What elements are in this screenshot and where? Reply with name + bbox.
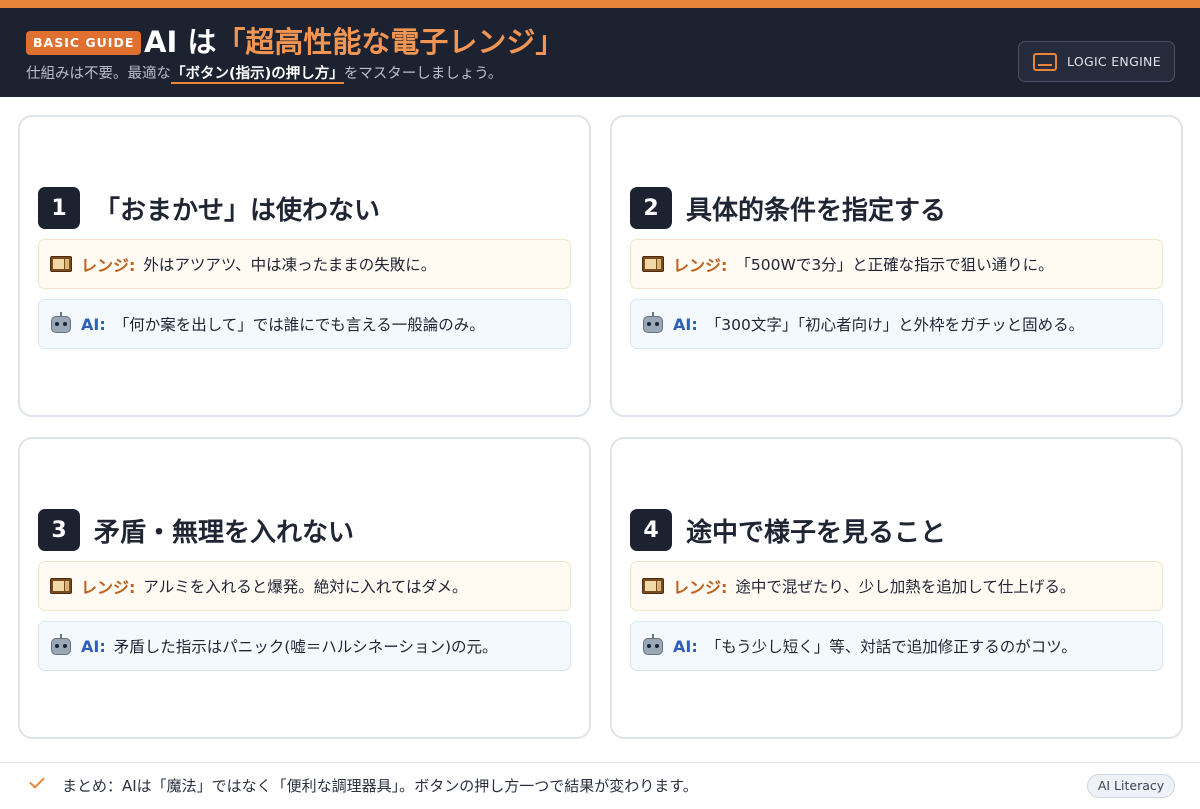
microwave-icon bbox=[49, 252, 73, 276]
microwave-row: レンジ: 外はアツアツ、中は凍ったままの失敗に。 bbox=[38, 239, 571, 289]
subtitle-emphasis: 「ボタン(指示)の押し方」 bbox=[171, 66, 344, 84]
checkmark-icon bbox=[29, 773, 45, 789]
card-title: 矛盾・無理を入れない bbox=[94, 517, 355, 548]
logic-engine-label: LOGIC ENGINE bbox=[1067, 54, 1161, 69]
robot-icon bbox=[49, 312, 73, 336]
ai-row: AI: 矛盾した指示はパニック(嘘＝ハルシネーション)の元。 bbox=[38, 621, 571, 671]
ai-text: 矛盾した指示はパニック(嘘＝ハルシネーション)の元。 bbox=[113, 638, 498, 656]
ai-text: 「何か案を出して」では誰にでも言える一般論のみ。 bbox=[113, 316, 485, 334]
microwave-row: レンジ: アルミを入れると爆発。絶対に入れてはダメ。 bbox=[38, 561, 571, 611]
microwave-label: レンジ: bbox=[673, 256, 728, 275]
microwave-label: レンジ: bbox=[81, 578, 136, 597]
microwave-icon bbox=[641, 574, 665, 598]
card-header: 4 途中で様子を見ること bbox=[630, 509, 946, 551]
card-title: 「おまかせ」は使わない bbox=[94, 195, 381, 226]
microwave-text: 外はアツアツ、中は凍ったままの失敗に。 bbox=[143, 256, 437, 274]
microwave-text: 途中で混ぜたり、少し加熱を追加して仕上げる。 bbox=[735, 578, 1076, 596]
tip-card-4: 4 途中で様子を見ること レンジ: 途中で混ぜたり、少し加熱を追加して仕上げる。… bbox=[610, 437, 1183, 739]
microwave-label: レンジ: bbox=[673, 578, 728, 597]
microwave-text: 「500Wで3分」と正確な指示で狙い通りに。 bbox=[735, 256, 1054, 274]
microwave-row: レンジ: 途中で混ぜたり、少し加熱を追加して仕上げる。 bbox=[630, 561, 1163, 611]
card-header: 3 矛盾・無理を入れない bbox=[38, 509, 354, 551]
microwave-icon bbox=[49, 574, 73, 598]
microwave-label: レンジ: bbox=[81, 256, 136, 275]
microwave-text: アルミを入れると爆発。絶対に入れてはダメ。 bbox=[143, 578, 468, 596]
ai-label: AI: bbox=[673, 636, 698, 656]
page-subtitle: 仕組みは不要。最適な「ボタン(指示)の押し方」をマスターしましょう。 bbox=[26, 64, 502, 84]
card-number: 4 bbox=[630, 509, 672, 551]
title-accent: 「超高性能な電子レンジ」 bbox=[216, 25, 565, 59]
card-title: 具体的条件を指定する bbox=[686, 195, 947, 226]
card-number: 1 bbox=[38, 187, 80, 229]
ai-row: AI: 「もう少し短く」等、対話で追加修正するのがコツ。 bbox=[630, 621, 1163, 671]
card-header: 2 具体的条件を指定する bbox=[630, 187, 946, 229]
ai-label: AI: bbox=[81, 314, 106, 334]
title-prefix: AI は bbox=[144, 25, 217, 59]
monitor-icon bbox=[1033, 52, 1057, 71]
ai-label: AI: bbox=[81, 636, 106, 656]
subtitle-before: 仕組みは不要。最適な bbox=[26, 66, 171, 82]
ai-label: AI: bbox=[673, 314, 698, 334]
tip-card-3: 3 矛盾・無理を入れない レンジ: アルミを入れると爆発。絶対に入れてはダメ。 … bbox=[18, 437, 591, 739]
card-header: 1 「おまかせ」は使わない bbox=[38, 187, 380, 229]
microwave-icon bbox=[641, 252, 665, 276]
tip-card-1: 1 「おまかせ」は使わない レンジ: 外はアツアツ、中は凍ったままの失敗に。 A… bbox=[18, 115, 591, 417]
summary-text: まとめ：AIは「魔法」ではなく「便利な調理器具」。ボタンの押し方一つで結果が変わ… bbox=[62, 777, 698, 795]
guide-badge: BASIC GUIDE bbox=[26, 31, 142, 55]
page-header: BASIC GUIDE AI は「超高性能な電子レンジ」 仕組みは不要。最適な「… bbox=[0, 8, 1200, 97]
ai-literacy-tag: AI Literacy bbox=[1087, 774, 1175, 798]
subtitle-after: をマスターしましょう。 bbox=[343, 66, 503, 82]
tip-card-2: 2 具体的条件を指定する レンジ: 「500Wで3分」と正確な指示で狙い通りに。… bbox=[610, 115, 1183, 417]
accent-bar bbox=[0, 0, 1200, 8]
page-title: AI は「超高性能な電子レンジ」 bbox=[144, 22, 564, 62]
ai-row: AI: 「300文字」「初心者向け」と外枠をガチッと固める。 bbox=[630, 299, 1163, 349]
ai-text: 「300文字」「初心者向け」と外枠をガチッと固める。 bbox=[705, 316, 1085, 334]
logic-engine-button[interactable]: LOGIC ENGINE bbox=[1018, 41, 1175, 82]
robot-icon bbox=[49, 634, 73, 658]
card-title: 途中で様子を見ること bbox=[686, 517, 947, 548]
ai-row: AI: 「何か案を出して」では誰にでも言える一般論のみ。 bbox=[38, 299, 571, 349]
card-number: 2 bbox=[630, 187, 672, 229]
robot-icon bbox=[641, 312, 665, 336]
robot-icon bbox=[641, 634, 665, 658]
ai-text: 「もう少し短く」等、対話で追加修正するのがコツ。 bbox=[705, 638, 1077, 656]
card-number: 3 bbox=[38, 509, 80, 551]
summary-footer: まとめ：AIは「魔法」ではなく「便利な調理器具」。ボタンの押し方一つで結果が変わ… bbox=[0, 762, 1200, 809]
microwave-row: レンジ: 「500Wで3分」と正確な指示で狙い通りに。 bbox=[630, 239, 1163, 289]
